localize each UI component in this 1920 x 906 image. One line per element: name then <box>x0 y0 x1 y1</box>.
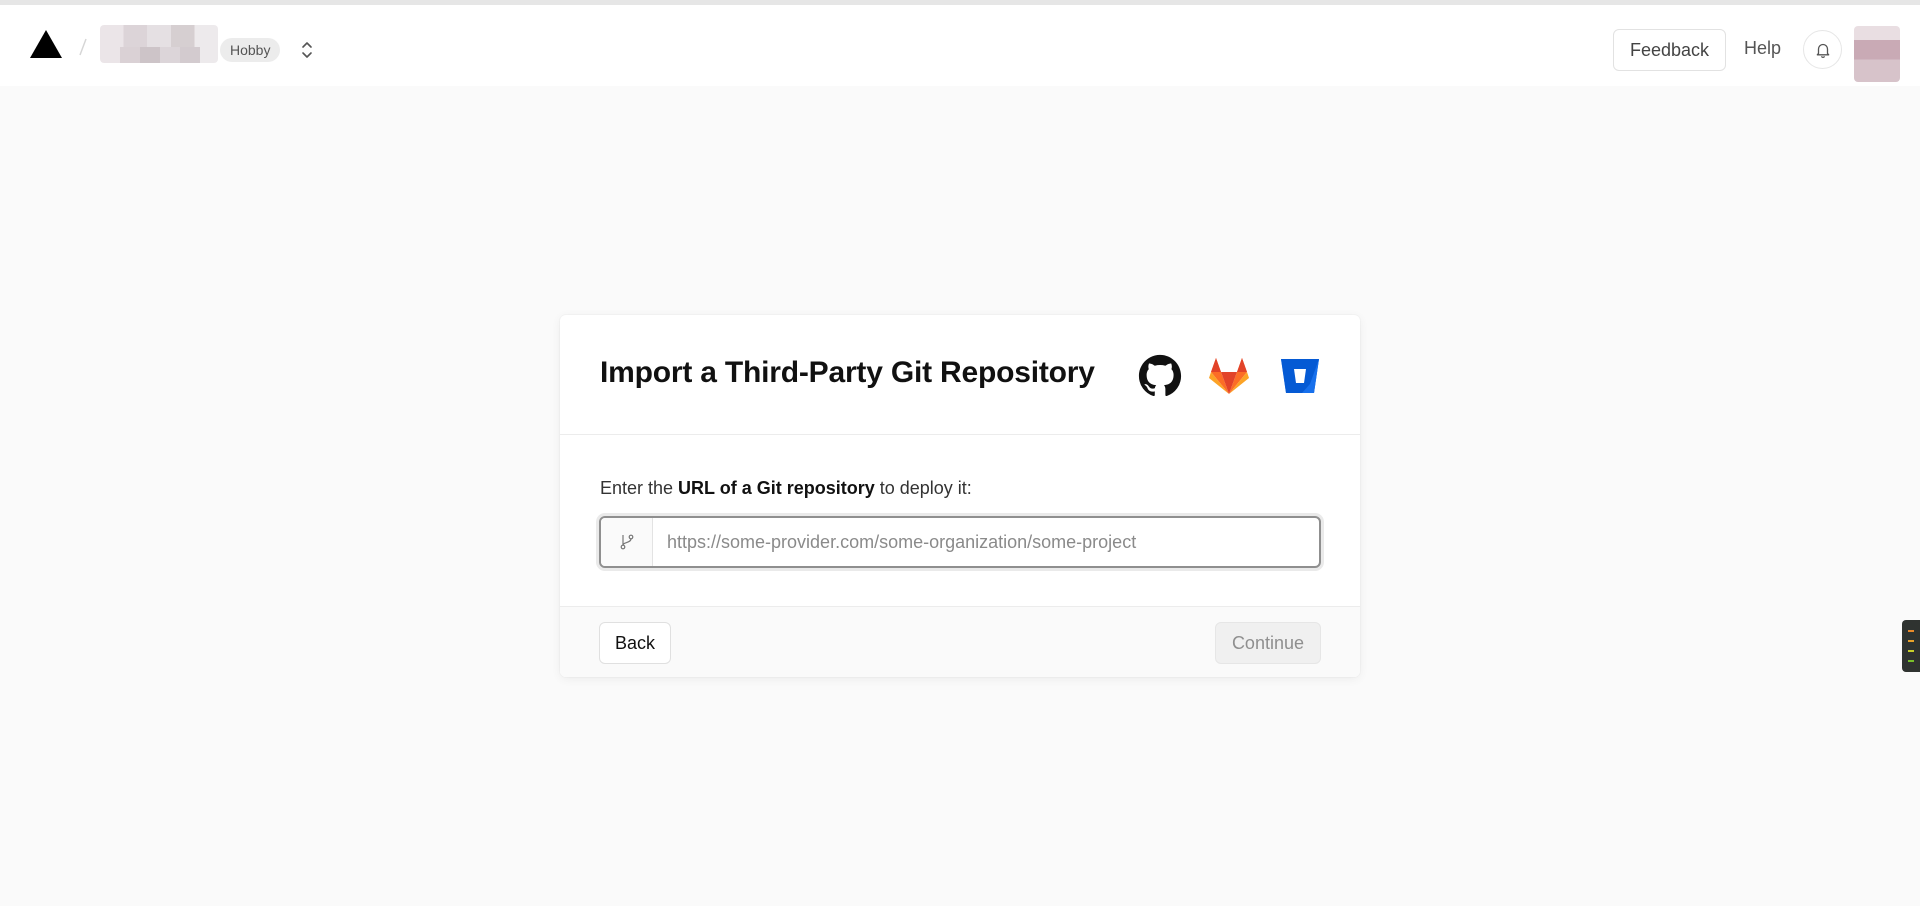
url-prompt: Enter the URL of a Git repository to dep… <box>600 478 972 499</box>
url-prompt-prefix: Enter the <box>600 478 679 498</box>
gitlab-icon <box>1209 358 1249 394</box>
card-footer: Back Continue <box>560 606 1360 677</box>
url-prompt-suffix: to deploy it: <box>874 478 972 498</box>
url-prompt-bold: URL of a Git repository <box>678 478 875 498</box>
team-switcher-chevrons-icon[interactable] <box>298 38 316 62</box>
card-body: Enter the URL of a Git repository to dep… <box>560 435 1360 606</box>
card-header: Import a Third-Party Git Repository <box>560 315 1360 435</box>
url-prefix <box>601 518 653 566</box>
import-git-repo-card: Import a Third-Party Git Repository Ente… <box>560 315 1360 677</box>
plan-badge: Hobby <box>220 38 281 62</box>
card-title: Import a Third-Party Git Repository <box>600 356 1095 389</box>
bitbucket-icon <box>1281 359 1319 393</box>
top-navbar: Hobby Feedback Help <box>0 5 1920 86</box>
repo-url-field <box>599 516 1321 568</box>
github-icon <box>1138 354 1182 397</box>
vercel-logo-icon[interactable] <box>28 28 64 60</box>
help-link[interactable]: Help <box>1744 38 1781 59</box>
team-name-redacted[interactable] <box>100 25 218 63</box>
bell-icon <box>1816 43 1829 58</box>
back-button[interactable]: Back <box>599 622 672 664</box>
feedback-button[interactable]: Feedback <box>1613 29 1726 71</box>
continue-button[interactable]: Continue <box>1214 622 1321 664</box>
notifications-button[interactable] <box>1803 30 1842 69</box>
repo-url-input[interactable] <box>653 518 1319 566</box>
git-branch-icon <box>620 534 633 550</box>
side-toolbar-handle[interactable] <box>1902 620 1920 672</box>
breadcrumb-separator-icon <box>79 38 87 56</box>
user-avatar-redacted[interactable] <box>1854 26 1900 82</box>
